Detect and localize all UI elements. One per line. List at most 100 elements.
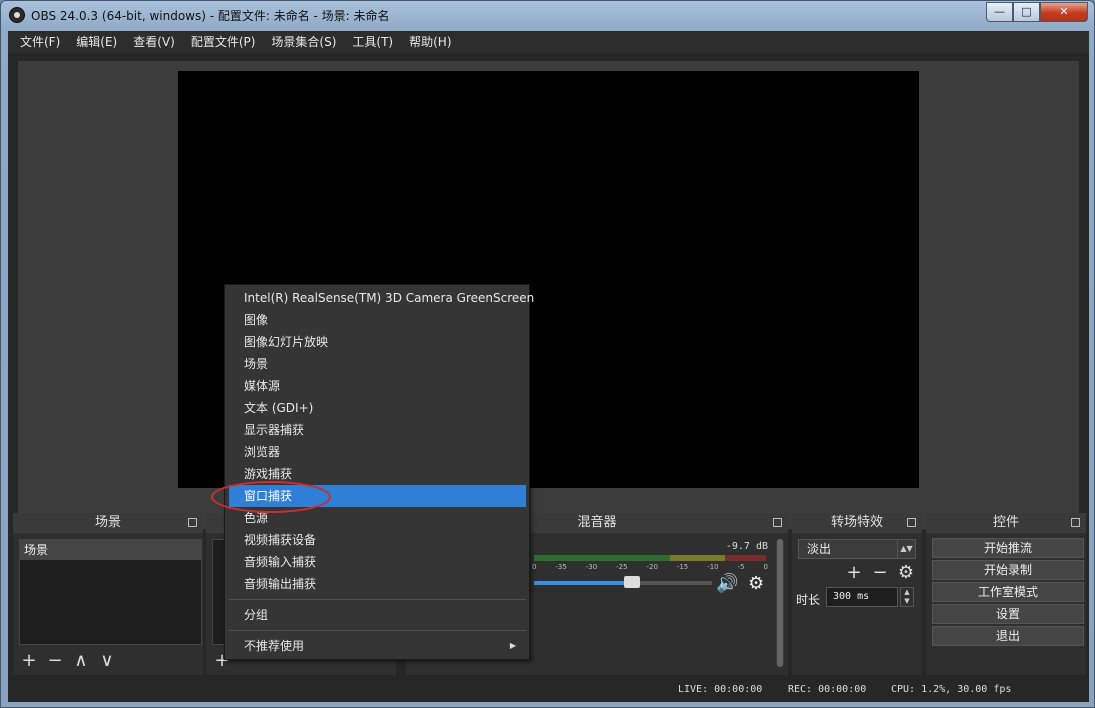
meter-tick: 0 [532, 563, 537, 571]
add-icon[interactable]: + [19, 651, 39, 671]
meter-tick: -20 [646, 563, 658, 571]
remove-icon[interactable]: − [45, 651, 65, 671]
duration-spinner[interactable]: ▲ ▼ [900, 587, 914, 607]
controls-dock-title: 控件 [926, 513, 1086, 533]
status-bar: LIVE: 00:00:00 REC: 00:00:00 CPU: 1.2%, … [8, 681, 1089, 699]
menu-item-display-capture[interactable]: 显示器捕获 [229, 419, 526, 441]
menu-item-audio-output[interactable]: 音频输出捕获 [229, 573, 526, 595]
meter-ticks: 0 -35 -30 -25 -20 -15 -10 -5 0 [532, 563, 768, 571]
controls-title-text: 控件 [992, 515, 1019, 530]
mixer-title-text: 混音器 [577, 515, 617, 530]
scenes-list[interactable]: 场景 [19, 539, 202, 645]
duration-input[interactable]: 300 ms [826, 587, 898, 607]
menu-separator [229, 599, 526, 600]
fader-fill [534, 581, 632, 585]
settings-button[interactable]: 设置 [932, 604, 1084, 624]
transitions-dock: 转场特效 淡出 ▲▼ + − ⚙ 时长 300 ms ▲ ▼ [792, 513, 922, 675]
scenes-toolbar: + − ∧ ∨ [19, 649, 117, 673]
exit-button[interactable]: 退出 [932, 626, 1084, 646]
dock-float-icon[interactable] [1071, 518, 1080, 527]
cpu-fps-status: CPU: 1.2%, 30.00 fps [891, 684, 1012, 695]
highlight-annotation [211, 481, 331, 513]
client-area: 文件(F) 编辑(E) 查看(V) 配置文件(P) 场景集合(S) 工具(T) … [8, 31, 1089, 702]
scenes-dock-title: 场景 [13, 513, 203, 533]
menu-profile[interactable]: 配置文件(P) [183, 31, 264, 53]
menu-item-group[interactable]: 分组 [229, 604, 526, 626]
title-bar[interactable]: OBS 24.0.3 (64-bit, windows) - 配置文件: 未命名… [1, 1, 1094, 31]
menu-item-scene[interactable]: 场景 [229, 353, 526, 375]
transition-toolbar: + − ⚙ [844, 563, 916, 583]
obs-logo-icon [9, 7, 25, 23]
window-title: OBS 24.0.3 (64-bit, windows) - 配置文件: 未命名… [31, 9, 390, 23]
transitions-title-text: 转场特效 [830, 515, 883, 530]
menu-file[interactable]: 文件(F) [12, 31, 68, 53]
deprecated-label: 不推荐使用 [244, 639, 305, 653]
close-button[interactable]: ✕ [1040, 2, 1088, 22]
chevron-updown-icon: ▲▼ [897, 540, 915, 558]
controls-body: 开始推流 开始录制 工作室模式 设置 退出 [926, 535, 1086, 675]
meter-tick: -25 [616, 563, 628, 571]
menu-item-browser[interactable]: 浏览器 [229, 441, 526, 463]
menu-item-text-gdi[interactable]: 文本 (GDI+) [229, 397, 526, 419]
meter-tick: -35 [555, 563, 567, 571]
meter-tick: -30 [585, 563, 598, 571]
minimize-button[interactable]: — [986, 2, 1013, 22]
menu-item-realsense[interactable]: Intel(R) RealSense(TM) 3D Camera GreenSc… [229, 287, 534, 309]
menu-edit[interactable]: 编辑(E) [68, 31, 125, 53]
transition-select-value: 淡出 [807, 542, 832, 556]
menu-item-video-capture[interactable]: 视频捕获设备 [229, 529, 526, 551]
gear-icon[interactable]: ⚙ [748, 573, 764, 594]
menu-help[interactable]: 帮助(H) [401, 31, 459, 53]
move-down-icon[interactable]: ∨ [97, 651, 117, 671]
start-streaming-button[interactable]: 开始推流 [932, 538, 1084, 558]
dock-float-icon[interactable] [907, 518, 916, 527]
live-timer: LIVE: 00:00:00 [678, 684, 763, 695]
menu-item-audio-input[interactable]: 音频输入捕获 [229, 551, 526, 573]
menu-bar: 文件(F) 编辑(E) 查看(V) 配置文件(P) 场景集合(S) 工具(T) … [8, 31, 1089, 53]
gear-icon[interactable]: ⚙ [896, 563, 916, 583]
move-up-icon[interactable]: ∧ [71, 651, 91, 671]
preview-area [18, 61, 1079, 529]
menu-item-deprecated[interactable]: 不推荐使用 ▶ [229, 635, 526, 657]
controls-dock: 控件 开始推流 开始录制 工作室模式 设置 退出 [926, 513, 1086, 675]
menu-separator [229, 630, 526, 631]
obs-window: OBS 24.0.3 (64-bit, windows) - 配置文件: 未命名… [0, 0, 1095, 708]
rec-timer: REC: 00:00:00 [788, 684, 867, 695]
transitions-body: 淡出 ▲▼ + − ⚙ 时长 300 ms ▲ ▼ [792, 535, 922, 675]
studio-mode-button[interactable]: 工作室模式 [932, 582, 1084, 602]
dock-float-icon[interactable] [188, 518, 197, 527]
meter-tick: -5 [737, 563, 745, 571]
meter-tick: -15 [676, 563, 689, 571]
scenes-dock: 场景 场景 + − ∧ ∨ [13, 513, 203, 675]
menu-item-media-source[interactable]: 媒体源 [229, 375, 526, 397]
volume-meter [534, 555, 766, 561]
menu-item-image-slideshow[interactable]: 图像幻灯片放映 [229, 331, 526, 353]
meter-tick: 0 [763, 563, 768, 571]
meter-green-zone [534, 555, 671, 561]
menu-item-image[interactable]: 图像 [229, 309, 526, 331]
mixer-db-value: -9.7 dB [725, 541, 768, 552]
scene-item[interactable]: 场景 [20, 540, 201, 560]
transitions-dock-title: 转场特效 [792, 513, 922, 533]
volume-fader[interactable] [534, 576, 712, 588]
meter-tick: -10 [707, 563, 719, 571]
menu-scene-collection[interactable]: 场景集合(S) [263, 31, 344, 53]
menu-view[interactable]: 查看(V) [125, 31, 183, 53]
maximize-button[interactable]: □ [1013, 2, 1040, 22]
duration-label: 时长 [796, 593, 821, 607]
transition-select[interactable]: 淡出 ▲▼ [798, 539, 916, 559]
dock-float-icon[interactable] [773, 518, 782, 527]
submenu-arrow-icon: ▶ [509, 641, 516, 650]
start-recording-button[interactable]: 开始录制 [932, 560, 1084, 580]
scenes-body: 场景 + − ∧ ∨ [13, 535, 203, 675]
add-source-context-menu: Intel(R) RealSense(TM) 3D Camera GreenSc… [224, 284, 534, 660]
add-icon[interactable]: + [844, 563, 864, 583]
remove-icon[interactable]: − [870, 563, 890, 583]
speaker-icon[interactable]: 🔊 [716, 573, 738, 594]
meter-yellow-zone [670, 555, 726, 561]
meter-red-zone [725, 555, 766, 561]
menu-tools[interactable]: 工具(T) [344, 31, 401, 53]
fader-knob[interactable] [623, 576, 640, 588]
mixer-scrollbar[interactable] [776, 539, 784, 667]
scenes-title-text: 场景 [94, 515, 121, 530]
